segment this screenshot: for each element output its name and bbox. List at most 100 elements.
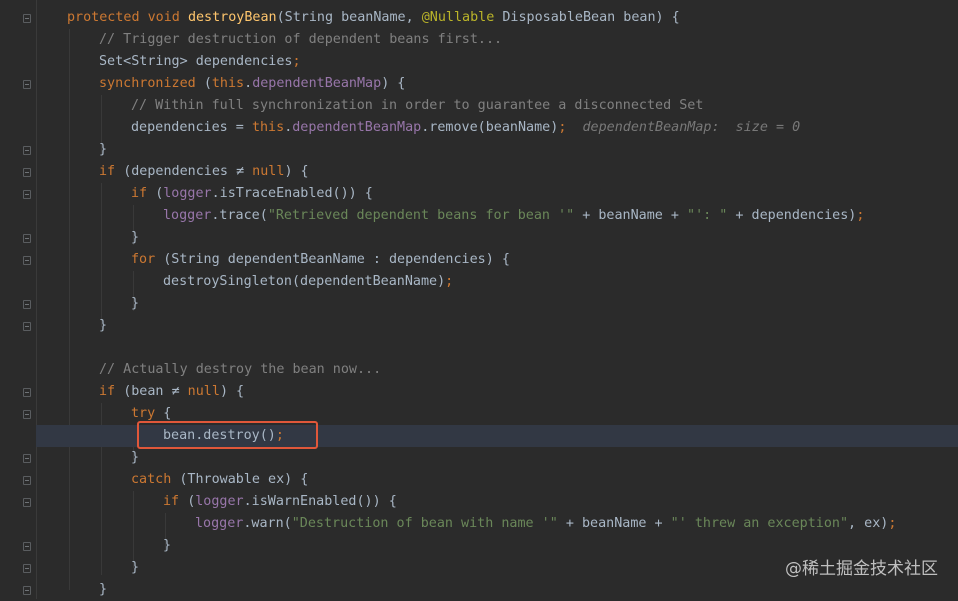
code-token: ; bbox=[292, 54, 301, 69]
code-line[interactable]: synchronized (this.dependentBeanMap) { bbox=[36, 73, 958, 95]
code-token: (Throwable ex) { bbox=[179, 472, 309, 487]
code-line[interactable]: } bbox=[36, 139, 958, 161]
code-text: } bbox=[99, 579, 107, 601]
code-token: } bbox=[131, 450, 140, 465]
fold-marker-icon[interactable] bbox=[23, 542, 31, 551]
code-line[interactable]: // Actually destroy the bean now... bbox=[36, 359, 958, 381]
code-token: if bbox=[99, 164, 124, 179]
fold-marker-icon[interactable] bbox=[23, 586, 31, 595]
code-token: this bbox=[211, 76, 245, 91]
code-text: destroySingleton(dependentBeanName); bbox=[163, 271, 453, 293]
code-token: + beanName + bbox=[574, 208, 688, 223]
code-token: dependentBeanMap bbox=[252, 76, 382, 91]
fold-marker-icon[interactable] bbox=[23, 454, 31, 463]
code-line[interactable]: } bbox=[36, 293, 958, 315]
code-token: } bbox=[131, 296, 140, 311]
code-text: // Trigger destruction of dependent bean… bbox=[99, 29, 502, 51]
code-line[interactable]: if (logger.isTraceEnabled()) { bbox=[36, 183, 958, 205]
code-line[interactable]: catch (Throwable ex) { bbox=[36, 469, 958, 491]
code-token: protected void bbox=[67, 10, 188, 25]
fold-marker-icon[interactable] bbox=[23, 168, 31, 177]
code-text: synchronized (this.dependentBeanMap) { bbox=[99, 73, 405, 95]
code-line[interactable]: // Within full synchronization in order … bbox=[36, 95, 958, 117]
code-editor[interactable]: protected void destroyBean(String beanNa… bbox=[0, 0, 958, 599]
code-line[interactable]: Set<String> dependencies; bbox=[36, 51, 958, 73]
code-token: if bbox=[99, 384, 124, 399]
code-token: logger bbox=[163, 186, 212, 201]
code-token: dependentBeanMap: size = 0 bbox=[566, 120, 801, 135]
code-text: } bbox=[131, 227, 139, 249]
fold-marker-icon[interactable] bbox=[23, 410, 31, 419]
code-token: (String beanName, bbox=[276, 10, 422, 25]
code-line[interactable]: dependencies = this.dependentBeanMap.rem… bbox=[36, 117, 958, 139]
code-token: dependencies = bbox=[131, 120, 252, 135]
code-token: "Retrieved dependent beans for bean '" bbox=[267, 208, 575, 223]
fold-marker-icon[interactable] bbox=[23, 146, 31, 155]
code-token: dependentBeanMap bbox=[292, 120, 422, 135]
code-line[interactable]: for (String dependentBeanName : dependen… bbox=[36, 249, 958, 271]
code-line[interactable]: // Trigger destruction of dependent bean… bbox=[36, 29, 958, 51]
fold-marker-icon[interactable] bbox=[23, 300, 31, 309]
code-token: .isWarnEnabled()) { bbox=[243, 494, 397, 509]
fold-marker-icon[interactable] bbox=[23, 256, 31, 265]
code-text: } bbox=[99, 315, 107, 337]
code-text: dependencies = this.dependentBeanMap.rem… bbox=[131, 117, 800, 139]
code-token: ≠ bbox=[236, 164, 245, 179]
code-token: ( bbox=[203, 76, 212, 91]
code-token: // Trigger destruction of dependent bean… bbox=[99, 32, 503, 47]
code-text: } bbox=[99, 139, 107, 161]
code-text: } bbox=[131, 447, 139, 469]
code-token: null bbox=[244, 164, 285, 179]
code-token: this bbox=[251, 120, 285, 135]
code-token: ; bbox=[888, 516, 897, 531]
watermark-text: @稀土掘金技术社区 bbox=[785, 559, 938, 579]
code-token: .remove(beanName) bbox=[421, 120, 559, 135]
code-line[interactable]: logger.warn("Destruction of bean with na… bbox=[36, 513, 958, 535]
code-token: , ex) bbox=[848, 516, 889, 531]
fold-marker-icon[interactable] bbox=[23, 190, 31, 199]
fold-marker-icon[interactable] bbox=[23, 388, 31, 397]
code-token: // Within full synchronization in order … bbox=[131, 98, 704, 113]
code-line[interactable]: protected void destroyBean(String beanNa… bbox=[36, 7, 958, 29]
fold-marker-icon[interactable] bbox=[23, 14, 31, 23]
code-token: destroySingleton(dependentBeanName) bbox=[163, 274, 446, 289]
code-line[interactable]: destroySingleton(dependentBeanName); bbox=[36, 271, 958, 293]
code-text: } bbox=[131, 293, 139, 315]
code-line[interactable]: if (dependencies ≠ null) { bbox=[36, 161, 958, 183]
fold-marker-icon[interactable] bbox=[23, 498, 31, 507]
code-token: .isTraceEnabled()) { bbox=[211, 186, 373, 201]
code-token: logger bbox=[163, 208, 212, 223]
code-line[interactable]: } bbox=[36, 579, 958, 601]
code-token: ) { bbox=[219, 384, 245, 399]
code-token: } bbox=[131, 230, 140, 245]
fold-marker-icon[interactable] bbox=[23, 476, 31, 485]
code-line[interactable]: } bbox=[36, 227, 958, 249]
code-line[interactable]: if (bean ≠ null) { bbox=[36, 381, 958, 403]
code-token: "Destruction of bean with name '" bbox=[291, 516, 558, 531]
code-token: DisposableBean bean) { bbox=[502, 10, 680, 25]
fold-marker-icon[interactable] bbox=[23, 234, 31, 243]
code-token: @Nullable bbox=[421, 10, 503, 25]
code-token: } bbox=[99, 318, 108, 333]
code-text: for (String dependentBeanName : dependen… bbox=[131, 249, 510, 271]
fold-marker-icon[interactable] bbox=[23, 322, 31, 331]
code-text: // Actually destroy the bean now... bbox=[99, 359, 381, 381]
code-token: try bbox=[131, 406, 164, 421]
code-token: . bbox=[244, 76, 253, 91]
code-token: (bean bbox=[123, 384, 172, 399]
code-text: if (dependencies ≠ null) { bbox=[99, 161, 309, 183]
code-token: // Actually destroy the bean now... bbox=[99, 362, 382, 377]
fold-marker-icon[interactable] bbox=[23, 80, 31, 89]
code-line[interactable] bbox=[36, 337, 958, 359]
code-token: } bbox=[99, 582, 108, 597]
code-line[interactable]: if (logger.isWarnEnabled()) { bbox=[36, 491, 958, 513]
code-line[interactable]: logger.trace("Retrieved dependent beans … bbox=[36, 205, 958, 227]
code-line[interactable]: } bbox=[36, 447, 958, 469]
code-line[interactable]: } bbox=[36, 315, 958, 337]
editor-gutter[interactable] bbox=[0, 0, 37, 599]
code-token: .trace( bbox=[211, 208, 268, 223]
fold-marker-icon[interactable] bbox=[23, 564, 31, 573]
code-text: Set<String> dependencies; bbox=[99, 51, 301, 73]
code-token: .warn( bbox=[243, 516, 292, 531]
code-text: protected void destroyBean(String beanNa… bbox=[67, 7, 680, 29]
